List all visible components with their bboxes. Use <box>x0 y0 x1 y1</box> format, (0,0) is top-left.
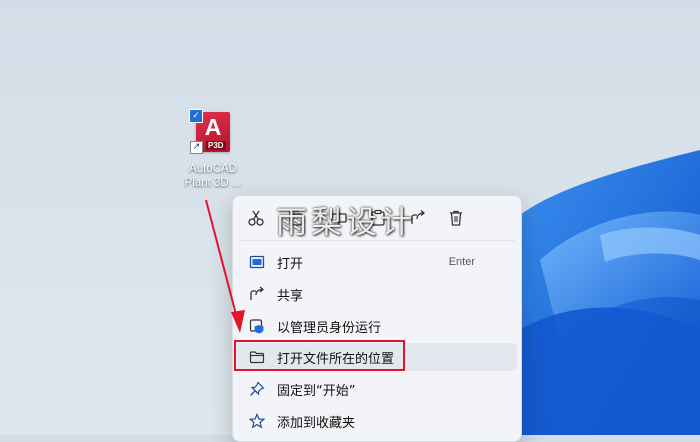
delete-icon <box>450 210 462 226</box>
icon-label: AutoCAD Plant 3D ... <box>176 162 250 190</box>
cut-button[interactable] <box>243 205 269 231</box>
share-icon <box>250 286 265 300</box>
menu-label-open: 打开 <box>277 256 304 272</box>
menu-item-run-as-admin[interactable]: 以管理员身份运行 <box>237 312 517 340</box>
menu-label-share: 共享 <box>277 288 304 304</box>
folder-icon <box>249 351 265 364</box>
menu-item-open[interactable]: 打开 Enter <box>237 248 517 276</box>
shortcut-arrow-icon: ↗ <box>190 141 203 154</box>
cut-icon <box>248 210 264 226</box>
menu-label-pin-to-start: 固定到“开始” <box>277 383 356 399</box>
open-app-icon <box>249 255 265 269</box>
app-icon: A P3D ✓ ↗ <box>189 108 233 154</box>
watermark: 雨梨设计 <box>276 205 416 241</box>
delete-button[interactable] <box>443 205 469 231</box>
icon-label-line2: Plant 3D ... <box>184 177 242 189</box>
app-badge: P3D <box>206 141 226 150</box>
star-icon <box>249 413 265 429</box>
menu-item-open-file-location[interactable]: 打开文件所在的位置 <box>237 343 517 371</box>
menu-item-pin-to-start[interactable]: 固定到“开始” <box>237 375 517 403</box>
desktop: A P3D ✓ ↗ AutoCAD Plant 3D ... 打开 Enter … <box>0 0 700 442</box>
menu-label-open-file-location: 打开文件所在的位置 <box>277 351 395 367</box>
menu-item-add-to-favorites[interactable]: 添加到收藏夹 <box>237 407 517 435</box>
admin-shield-icon <box>249 319 264 334</box>
icon-label-line1: AutoCAD <box>189 163 237 175</box>
menu-shortcut-enter: Enter <box>448 256 475 268</box>
selected-check-icon[interactable]: ✓ <box>189 109 203 123</box>
menu-label-run-as-admin: 以管理员身份运行 <box>277 320 382 336</box>
pin-icon <box>250 381 265 396</box>
menu-label-add-to-favorites: 添加到收藏夹 <box>277 415 356 431</box>
menu-item-share[interactable]: 共享 <box>237 280 517 308</box>
